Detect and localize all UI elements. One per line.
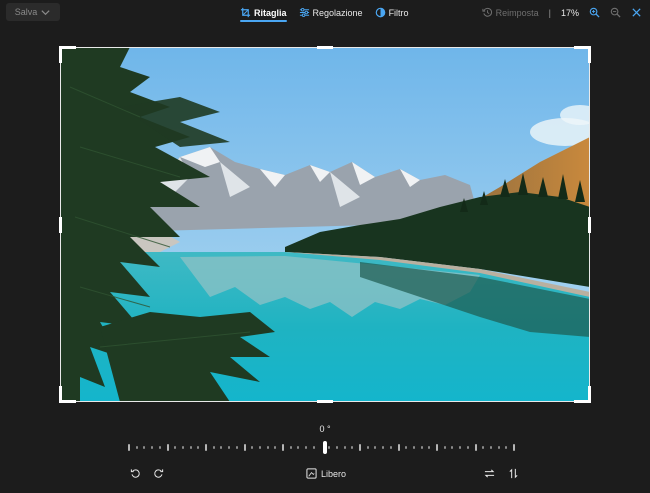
ruler-tick — [282, 444, 284, 451]
ruler-tick — [328, 446, 331, 449]
tab-crop[interactable]: Ritaglia — [240, 0, 287, 25]
ruler-tick — [482, 446, 485, 449]
reset-history-icon — [482, 7, 492, 17]
straighten-slider-thumb[interactable] — [323, 441, 327, 454]
ruler-tick — [274, 446, 277, 449]
ruler-tick — [297, 446, 300, 449]
save-button[interactable]: Salva — [6, 3, 60, 21]
ruler-tick — [451, 446, 454, 449]
ruler-tick — [513, 444, 515, 451]
reset-label: Reimposta — [495, 7, 539, 18]
reset-button[interactable]: Reimposta — [482, 7, 539, 18]
photo-canvas[interactable] — [60, 47, 590, 402]
aspect-ratio-icon — [306, 468, 317, 479]
ruler-tick — [497, 446, 500, 449]
ruler-tick — [489, 446, 492, 449]
ruler-tick — [466, 446, 469, 449]
ruler-tick — [158, 446, 161, 449]
ruler-tick — [505, 446, 508, 449]
tab-crop-label: Ritaglia — [254, 7, 287, 18]
ruler-tick — [258, 446, 261, 449]
straighten-ruler[interactable] — [128, 440, 523, 456]
ruler-tick — [389, 446, 392, 449]
tab-filter-label: Filtro — [388, 7, 409, 18]
rotate-left-button[interactable] — [130, 468, 141, 479]
ruler-tick — [382, 446, 385, 449]
ruler-tick — [266, 446, 269, 449]
bottom-toolbar: Libero — [0, 465, 650, 487]
tab-adjust[interactable]: Regolazione — [299, 0, 363, 25]
save-label: Salva — [14, 7, 38, 17]
straighten-angle: 0 ° — [319, 424, 331, 434]
flip-vertical-button[interactable] — [508, 468, 519, 479]
rotate-right-button[interactable] — [153, 468, 164, 479]
aspect-ratio-button[interactable]: Libero — [306, 468, 346, 479]
toolbar-separator: | — [548, 7, 551, 18]
rotate-left-icon — [130, 469, 140, 478]
ruler-tick — [359, 444, 361, 451]
zoom-in-icon[interactable] — [589, 7, 600, 18]
rotate-right-icon — [154, 469, 164, 478]
adjust-sliders-icon — [299, 8, 309, 17]
ruler-tick — [428, 446, 431, 449]
aspect-ratio-label: Libero — [321, 468, 347, 479]
ruler-tick — [374, 446, 377, 449]
ruler-tick — [251, 446, 254, 449]
ruler-tick — [289, 446, 292, 449]
right-tools: Reimposta | 17% — [482, 0, 642, 25]
ruler-tick — [128, 444, 130, 451]
ruler-tick — [189, 446, 192, 449]
ruler-tick — [305, 446, 308, 449]
ruler-tick — [143, 446, 146, 449]
ruler-tick — [366, 446, 369, 449]
top-toolbar: Salva Ritaglia Regolazione Filtro Reimpo… — [0, 0, 650, 25]
ruler-tick — [197, 446, 200, 449]
ruler-tick — [412, 446, 415, 449]
ruler-tick — [212, 446, 215, 449]
filter-icon — [375, 7, 385, 18]
zoom-level: 17% — [560, 7, 579, 18]
tab-filter[interactable]: Filtro — [375, 0, 409, 25]
ruler-tick — [174, 446, 177, 449]
ruler-tick — [135, 446, 138, 449]
close-icon[interactable] — [631, 7, 642, 18]
ruler-tick — [420, 446, 423, 449]
tab-adjust-label: Regolazione — [312, 7, 363, 18]
ruler-tick — [312, 446, 315, 449]
ruler-tick — [474, 444, 477, 451]
ruler-tick — [151, 446, 154, 449]
ruler-tick — [405, 446, 408, 449]
crop-icon — [240, 7, 251, 18]
edit-tabs: Ritaglia Regolazione Filtro — [240, 0, 409, 25]
ruler-tick — [243, 444, 246, 451]
ruler-tick — [166, 444, 169, 451]
ruler-tick — [205, 444, 207, 451]
zoom-out-icon[interactable] — [610, 7, 621, 18]
ruler-tick — [235, 446, 238, 449]
ruler-tick — [443, 446, 446, 449]
flip-horizontal-button[interactable] — [484, 468, 495, 479]
ruler-tick — [228, 446, 231, 449]
ruler-tick — [220, 446, 223, 449]
flip-horizontal-icon — [484, 469, 495, 478]
chevron-down-icon — [41, 9, 50, 15]
ruler-tick — [335, 446, 338, 449]
ruler-tick — [351, 446, 354, 449]
ruler-tick — [181, 446, 184, 449]
ruler-tick — [343, 446, 346, 449]
ruler-tick — [397, 444, 400, 451]
flip-vertical-icon — [509, 468, 518, 479]
ruler-tick — [436, 444, 438, 451]
ruler-tick — [459, 446, 462, 449]
landscape-photo — [60, 47, 590, 402]
